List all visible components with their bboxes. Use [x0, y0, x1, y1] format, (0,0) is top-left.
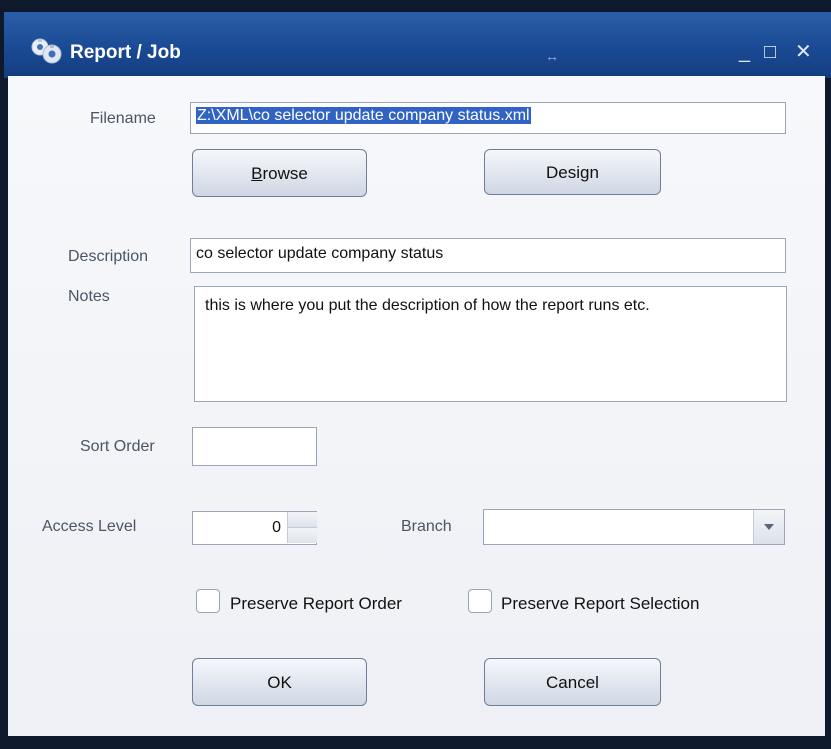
access-level-spinner[interactable]: 0: [192, 511, 317, 545]
description-value: co selector update company status: [196, 245, 444, 262]
resize-icon: ↔: [545, 48, 559, 64]
spin-down-button[interactable]: [287, 528, 317, 543]
design-label: Design: [546, 163, 599, 182]
design-button[interactable]: Design: [484, 149, 661, 195]
spin-up-button[interactable]: [287, 512, 317, 528]
preserve-selection-checkbox[interactable]: [468, 589, 492, 613]
cancel-button[interactable]: Cancel: [484, 658, 661, 706]
filename-label: Filename: [90, 110, 156, 127]
ok-button[interactable]: OK: [192, 658, 367, 706]
minimize-button[interactable]: _: [739, 40, 750, 64]
chevron-down-icon: [764, 524, 774, 530]
filename-input[interactable]: Z:\XML\co selector update company status…: [190, 102, 786, 134]
dialog-body: Filename Z:\XML\co selector update compa…: [8, 76, 825, 736]
sort-order-input[interactable]: [192, 427, 317, 466]
preserve-order-checkbox[interactable]: [196, 589, 220, 613]
branch-label: Branch: [401, 518, 452, 535]
title-bar[interactable]: Report / Job ↔ _ □ ✕: [4, 12, 831, 78]
ok-label: OK: [267, 673, 292, 692]
branch-select[interactable]: [483, 509, 785, 545]
browse-button[interactable]: Browse: [192, 149, 367, 197]
browse-label: Browse: [251, 164, 308, 183]
notes-textarea[interactable]: this is where you put the description of…: [194, 286, 787, 402]
description-input[interactable]: co selector update company status: [190, 238, 786, 273]
filename-value: Z:\XML\co selector update company status…: [196, 107, 531, 124]
notes-value: this is where you put the description of…: [205, 297, 650, 314]
close-button[interactable]: ✕: [795, 40, 812, 64]
sort-order-label: Sort Order: [80, 438, 155, 455]
window-title: Report / Job: [70, 42, 181, 63]
access-level-label: Access Level: [42, 518, 137, 535]
access-level-value: 0: [272, 519, 281, 536]
cancel-label: Cancel: [546, 673, 599, 692]
maximize-button[interactable]: □: [764, 40, 776, 64]
app-icon: [31, 38, 62, 64]
preserve-order-label: Preserve Report Order: [230, 594, 402, 613]
description-label: Description: [68, 248, 149, 265]
notes-label: Notes: [68, 288, 110, 305]
dropdown-button[interactable]: [753, 510, 784, 544]
preserve-selection-label: Preserve Report Selection: [501, 594, 700, 613]
window-frame: Report / Job ↔ _ □ ✕ Filename Z:\XML\co …: [0, 0, 831, 749]
